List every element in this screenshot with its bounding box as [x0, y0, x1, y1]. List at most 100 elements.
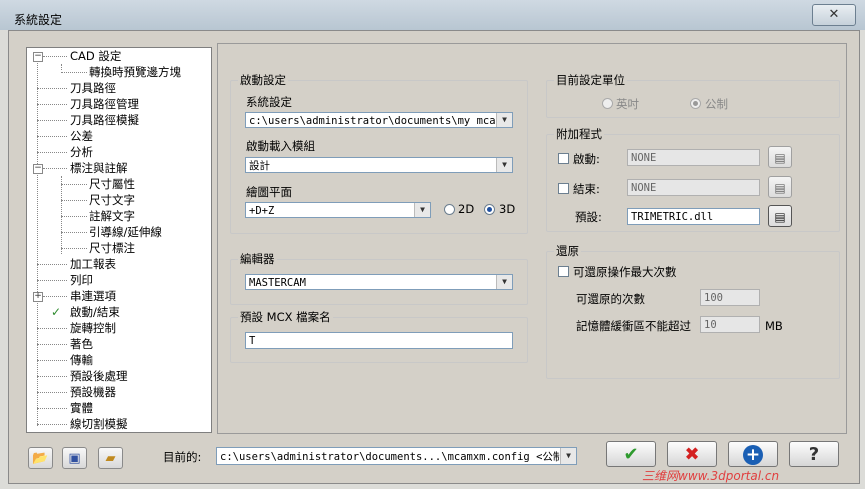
- radio-3d-label: 3D: [499, 202, 516, 216]
- exit-addin-input[interactable]: NONE: [627, 179, 760, 196]
- file-icon: ▤: [774, 210, 786, 224]
- chevron-down-icon[interactable]: ▼: [414, 203, 430, 217]
- startup-addin-input[interactable]: NONE: [627, 149, 760, 166]
- tree-item-tolerance[interactable]: 公差: [70, 128, 93, 144]
- browse-exit-button[interactable]: ▤: [768, 176, 792, 198]
- tree-line: [61, 248, 87, 249]
- mcx-filename-input[interactable]: T: [245, 332, 513, 349]
- startup-addin-label: 啟動:: [573, 152, 600, 166]
- editor-group-label: 編輯器: [238, 251, 277, 267]
- apply-button[interactable]: +: [728, 441, 778, 467]
- target-value: c:\users\administrator\documents...\mcam…: [220, 451, 570, 463]
- tree-item-leader[interactable]: 引導線/延伸線: [89, 224, 162, 240]
- tree-item-shading[interactable]: 著色: [70, 336, 93, 352]
- default-addin-label: 預設:: [575, 210, 602, 224]
- exit-addin-checkbox[interactable]: [558, 183, 569, 194]
- tree-item-analysis[interactable]: 分析: [70, 144, 93, 160]
- tree-item-post[interactable]: 預設後處理: [70, 368, 128, 384]
- tree-item-wire-sim[interactable]: 線切割模擬: [70, 416, 128, 432]
- chevron-down-icon[interactable]: ▼: [496, 113, 512, 127]
- browse-startup-button[interactable]: ▤: [768, 146, 792, 168]
- chevron-down-icon[interactable]: ▼: [496, 158, 512, 172]
- radio-2d-label: 2D: [458, 202, 475, 216]
- tree-line: [37, 56, 38, 426]
- ok-button[interactable]: ✔: [606, 441, 656, 467]
- restore-max-checkbox[interactable]: [558, 266, 569, 277]
- tree-line: [43, 296, 67, 297]
- tree-line: [37, 88, 67, 89]
- tree-item-spin[interactable]: 旋轉控制: [70, 320, 116, 336]
- exit-addin-label: 結束:: [573, 182, 600, 196]
- config-dropdown[interactable]: c:\users\administrator\documents\my mcam…: [245, 112, 513, 128]
- dialog-body: − CAD 設定 轉換時預覽邊方塊 刀具路徑 刀具路徑管理 刀具路徑模擬 公差 …: [8, 30, 860, 484]
- tree-item-cad[interactable]: CAD 設定: [70, 48, 121, 64]
- tree-item-dim-attr[interactable]: 尺寸屬性: [89, 176, 135, 192]
- chevron-down-icon[interactable]: ▼: [560, 448, 576, 464]
- tree-item-machine[interactable]: 預設機器: [70, 384, 116, 400]
- close-icon: ✕: [828, 7, 840, 22]
- tree-line: [37, 120, 67, 121]
- tree-item-dim-label[interactable]: 尺寸標注: [89, 240, 135, 256]
- radio-metric[interactable]: [690, 98, 701, 109]
- tree-line: [61, 176, 62, 254]
- tree-item-note-text[interactable]: 註解文字: [89, 208, 135, 224]
- cancel-button[interactable]: ✖: [667, 441, 717, 467]
- tree-item-toolpath[interactable]: 刀具路徑: [70, 80, 116, 96]
- tree-item-chaining[interactable]: 串連選項: [70, 288, 116, 304]
- radio-2d[interactable]: [444, 204, 455, 215]
- restore-mem-input[interactable]: 10: [700, 316, 760, 333]
- tree-item-transfer[interactable]: 傳輸: [70, 352, 93, 368]
- close-button[interactable]: ✕: [812, 4, 856, 26]
- tree-item-print[interactable]: 列印: [70, 272, 93, 288]
- module-dropdown[interactable]: 設計 ▼: [245, 157, 513, 173]
- tree-item-dim-text[interactable]: 尺寸文字: [89, 192, 135, 208]
- tree-line: [61, 72, 87, 73]
- radio-metric-label: 公制: [705, 97, 728, 111]
- startup-addin-checkbox[interactable]: [558, 153, 569, 164]
- tree-line: [61, 64, 62, 70]
- radio-inch[interactable]: [602, 98, 613, 109]
- tree-item-toolpath-sim[interactable]: 刀具路徑模擬: [70, 112, 139, 128]
- module-label: 啟動載入模組: [246, 139, 315, 153]
- open-button[interactable]: 📂: [28, 447, 53, 469]
- restore-count-input[interactable]: 100: [700, 289, 760, 306]
- tree-item-solids[interactable]: 實體: [70, 400, 93, 416]
- settings-window: 系統設定 ✕ − CAD 設定 轉換時預覽邊方塊 刀具路徑 刀具路徑管理 刀具路…: [0, 0, 865, 489]
- expand-icon[interactable]: +: [33, 292, 43, 302]
- radio-inch-label: 英吋: [616, 97, 639, 111]
- watermark: 三维网www.3dportal.cn: [642, 469, 780, 483]
- tree-line: [37, 344, 67, 345]
- tree-item-startup[interactable]: 啟動/結束: [70, 304, 120, 320]
- help-button[interactable]: ?: [789, 441, 839, 467]
- tree-line: [37, 152, 67, 153]
- plane-label: 繪圖平面: [246, 185, 292, 199]
- restore-group-label: 還原: [554, 243, 581, 259]
- save-icon: ▣: [68, 451, 81, 466]
- folder-merge-icon: ▰: [105, 451, 116, 466]
- tree-item-report[interactable]: 加工報表: [70, 256, 116, 272]
- tree-line: [37, 280, 67, 281]
- tree-item-dimensions[interactable]: 標注與註解: [70, 160, 128, 176]
- tree-line: [43, 168, 67, 169]
- plane-value: +D+Z: [249, 205, 275, 217]
- plane-dropdown[interactable]: +D+Z ▼: [245, 202, 431, 218]
- tree-item-toolpath-manager[interactable]: 刀具路徑管理: [70, 96, 139, 112]
- collapse-icon[interactable]: −: [33, 52, 43, 62]
- radio-3d[interactable]: [484, 204, 495, 215]
- config-label: 系統設定: [246, 95, 292, 109]
- tree-line: [61, 184, 87, 185]
- tree-item-preview[interactable]: 轉換時預覽邊方塊: [89, 64, 181, 80]
- collapse-icon[interactable]: −: [33, 164, 43, 174]
- restore-mem-unit: MB: [765, 319, 783, 333]
- file-icon: ▤: [774, 181, 786, 195]
- chevron-down-icon[interactable]: ▼: [496, 275, 512, 289]
- default-addin-input[interactable]: TRIMETRIC.dll: [627, 208, 760, 225]
- merge-button[interactable]: ▰: [98, 447, 123, 469]
- target-dropdown[interactable]: c:\users\administrator\documents...\mcam…: [216, 447, 577, 465]
- settings-tree[interactable]: − CAD 設定 轉換時預覽邊方塊 刀具路徑 刀具路徑管理 刀具路徑模擬 公差 …: [26, 47, 212, 433]
- editor-dropdown[interactable]: MASTERCAM ▼: [245, 274, 513, 290]
- browse-default-button[interactable]: ▤: [768, 205, 792, 227]
- save-button[interactable]: ▣: [62, 447, 87, 469]
- units-group-label: 目前設定單位: [554, 72, 627, 88]
- addins-group-label: 附加程式: [554, 126, 604, 142]
